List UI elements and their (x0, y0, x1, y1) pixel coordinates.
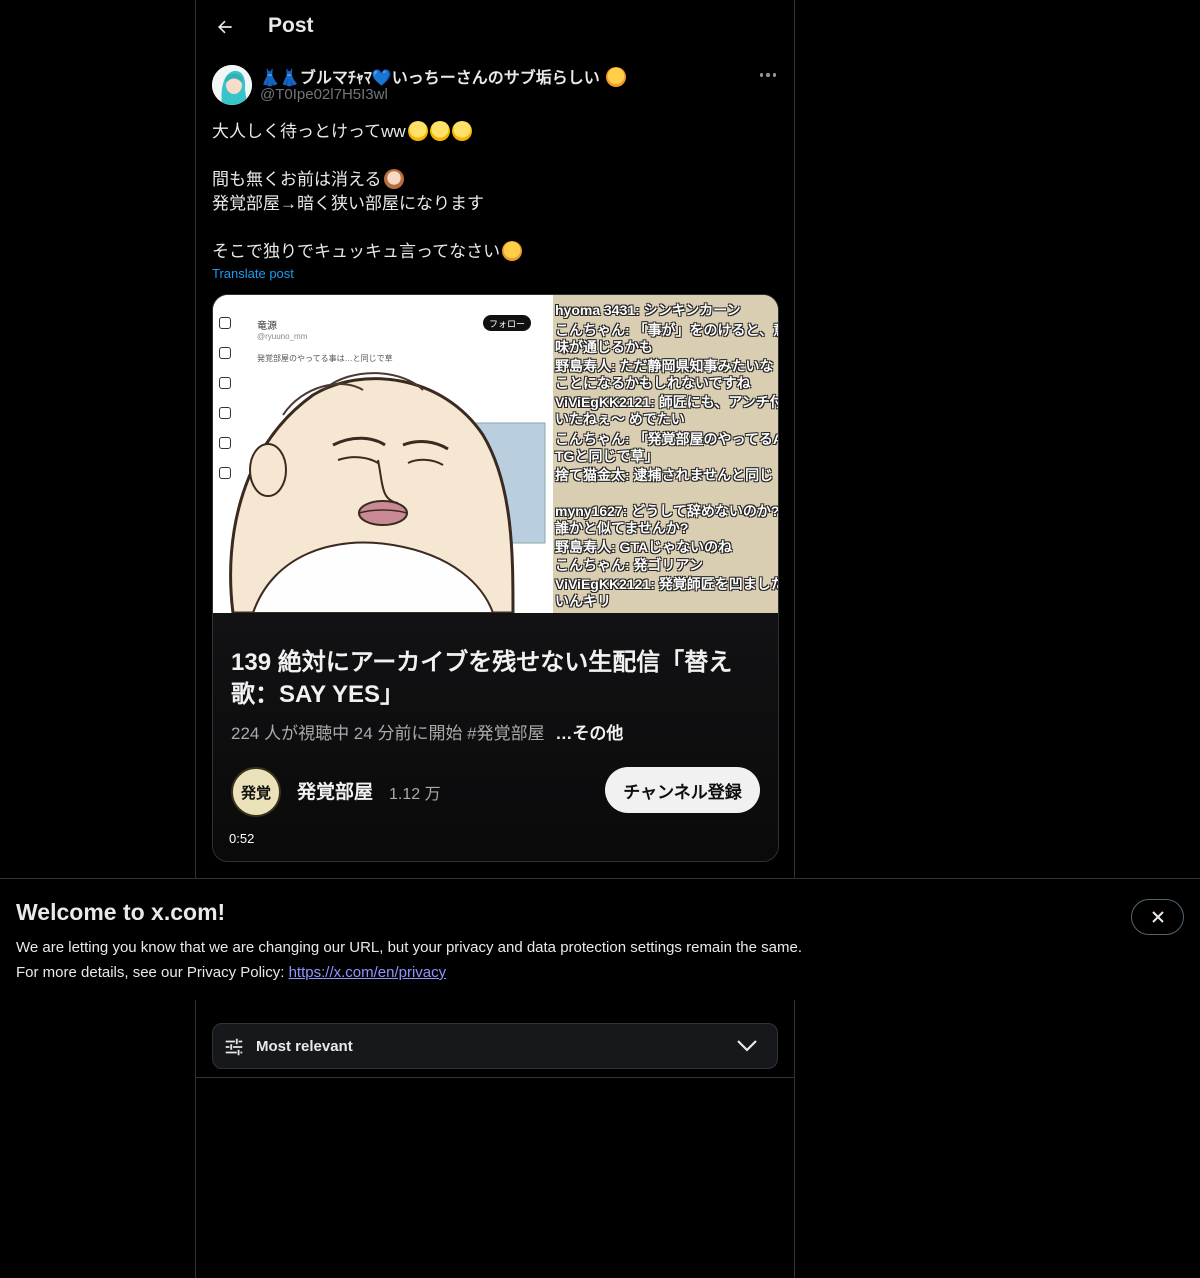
more-link: …その他 (555, 724, 624, 743)
page-title: Post (268, 14, 314, 37)
post-line-3-text: 間も無くお前は消える (212, 170, 382, 189)
chat-message: ことになるかもしれないですね (555, 375, 751, 391)
stream-meta-text: 224 人が視聴中 24 分前に開始 #発覚部屋 (231, 724, 545, 743)
grinning-sweat-icon (407, 121, 428, 141)
post-line-4: 発覚部屋→暗く狭い部屋になります (212, 194, 484, 213)
chat-message: こんちゃん: 「発覚部屋のやってるA (555, 431, 778, 447)
post-line-2 (212, 144, 772, 168)
chevron-down-icon (737, 1040, 757, 1052)
video-frame: 竜源 @ryuuno_mm 発覚部屋のやってる事は…と同じで草 フォロー hyo… (213, 295, 778, 613)
chat-message: 捨て猫金太: 逮捕されませんと同じ (555, 467, 774, 483)
chat-message: ViViEgKK2121: 師匠にも、アンチ付 (555, 394, 778, 410)
close-banner-button[interactable] (1131, 899, 1184, 935)
chat-message: ViViEgKK2121: 発覚師匠を凹ました (555, 576, 778, 592)
video-media[interactable]: 竜源 @ryuuno_mm 発覚部屋のやってる事は…と同じで草 フォロー hyo… (212, 294, 779, 862)
post-line-1: 大人しく待っとけってww (212, 120, 772, 144)
arrow-left-icon (218, 20, 232, 34)
post-line-5 (212, 216, 772, 240)
live-chat-overlay: hyoma 3431: シンキンカーン こんちゃん: 「事が」をのけると、意 味… (553, 295, 778, 613)
banner-title: Welcome to x.com! (16, 899, 226, 925)
dog-face-icon (383, 169, 404, 189)
top-bar: Post (196, 0, 794, 54)
chat-message: いんキリ (555, 593, 611, 609)
banner-body: We are letting you know that we are chan… (16, 935, 802, 985)
subscriber-count: 1.12 万 (389, 786, 441, 803)
subscribe-button: チャンネル登録 (605, 767, 760, 813)
smiling-face-with-hearts-icon (502, 241, 523, 261)
channel-logo: 発覚 (231, 767, 281, 817)
channel-name: 発覚部屋 (297, 782, 374, 803)
banner-line-2-text: For more details, see our Privacy Policy… (16, 964, 289, 981)
chat-message: 野島寿人: ただ静岡県知事みたいな (555, 358, 774, 374)
sliders-icon (225, 1038, 243, 1056)
embedded-screenshot: 竜源 @ryuuno_mm 発覚部屋のやってる事は…と同じで草 フォロー (213, 295, 553, 613)
chat-message: myny1627: どうして辞めないのか? (555, 503, 778, 519)
banner-line-2: For more details, see our Privacy Policy… (16, 960, 802, 985)
post-line-6: そこで独りでキュッキュ言ってなさい (212, 240, 772, 264)
more-horizontal-icon (759, 73, 777, 77)
avatar[interactable] (212, 65, 252, 105)
stream-title: 139 絶対にアーカイブを残せない生配信「替え歌：SAY YES」 (231, 649, 733, 708)
back-button[interactable] (210, 12, 240, 42)
grinning-sweat-icon (451, 121, 472, 141)
smiling-face-with-hearts-icon (606, 67, 627, 87)
more-options-button[interactable] (756, 66, 780, 84)
post-line-1-text: 大人しく待っとけってww (212, 122, 406, 141)
post-line-3: 間も無くお前は消える (212, 168, 772, 192)
user-handle[interactable]: @T0Ipe02l7H5I3wl (260, 86, 388, 103)
video-duration: 0:52 (229, 831, 255, 846)
chat-message: いたねぇ〜 めでたい (555, 411, 685, 427)
cartoon-character-illustration (229, 372, 546, 613)
close-icon (1151, 911, 1164, 923)
chat-message: TGと同じで草」 (555, 448, 659, 464)
display-name[interactable]: 👗👗ブルマﾁｬﾏ💙いっちーさんのサブ垢らしい (260, 64, 627, 88)
chat-message: こんちゃん: 発ゴリアン (555, 557, 703, 573)
avatar-image (212, 65, 252, 105)
chat-message: 誰かと似てませんか? (555, 520, 689, 536)
video-info-panel: 139 絶対にアーカイブを残せない生配信「替え歌：SAY YES」 224 人が… (213, 613, 778, 861)
chat-message: hyoma 3431: シンキンカーン (555, 302, 741, 318)
main-column: Post 👗👗ブルマﾁｬﾏ💙いっちーさんのサブ垢らしい @T0Ipe02l7H5… (195, 0, 795, 1278)
sort-label: Most relevant (256, 1038, 353, 1055)
chat-message: こんちゃん: 「事が」をのけると、意 (555, 322, 778, 338)
divider (196, 1077, 794, 1078)
grinning-sweat-icon (429, 121, 450, 141)
chat-message: 野島寿人: GTAじゃないのね (555, 539, 733, 555)
translate-post-link[interactable]: Translate post (212, 266, 294, 281)
display-name-text: 👗👗ブルマﾁｬﾏ💙いっちーさんのサブ垢らしい (260, 70, 600, 87)
chat-message: 味が通じるかも (555, 339, 653, 355)
reply-sort-dropdown[interactable]: Most relevant (212, 1023, 778, 1069)
cookie-banner: Welcome to x.com! We are letting you kno… (0, 878, 1200, 1000)
stream-meta: 224 人が視聴中 24 分前に開始 #発覚部屋 …その他 (231, 719, 623, 744)
post-line-6-text: そこで独りでキュッキュ言ってなさい (212, 242, 501, 261)
privacy-policy-link[interactable]: https://x.com/en/privacy (289, 964, 447, 981)
post-text: 大人しく待っとけってww 間も無くお前は消える 発覚部屋→暗く狭い部屋になります… (212, 120, 772, 264)
banner-line-1: We are letting you know that we are chan… (16, 939, 802, 956)
